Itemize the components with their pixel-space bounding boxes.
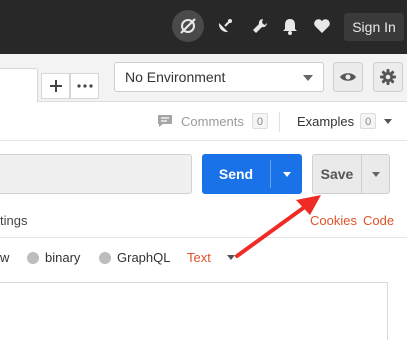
ellipsis-icon [76, 84, 93, 88]
comments-label: Comments [181, 113, 244, 129]
top-bar: Sign In [0, 0, 407, 54]
no-sync-icon[interactable] [172, 10, 204, 42]
request-options-row: tings Cookies Code [0, 204, 407, 238]
chevron-down-icon [282, 171, 291, 177]
heart-icon[interactable] [308, 12, 336, 40]
body-type-binary[interactable]: binary [27, 250, 80, 265]
body-type-selector: w binary GraphQL Text [0, 244, 407, 274]
more-tabs-button[interactable] [70, 73, 99, 99]
examples-count: 0 [360, 113, 377, 129]
chevron-down-icon [226, 255, 235, 260]
gear-icon [380, 69, 396, 85]
wrench-icon[interactable] [246, 12, 274, 40]
body-editor[interactable] [0, 282, 388, 340]
environment-label: No Environment [125, 69, 226, 85]
plus-icon [49, 80, 62, 92]
save-options-dropdown[interactable] [362, 155, 389, 193]
add-tab-button[interactable] [41, 73, 70, 99]
cookies-link[interactable]: Cookies [310, 213, 357, 228]
examples-label: Examples [297, 113, 355, 129]
body-type-fragment[interactable]: w [0, 250, 9, 265]
satellite-icon[interactable] [211, 12, 239, 40]
request-subheader: Comments 0 Examples 0 [0, 103, 407, 141]
body-type-label: binary [45, 250, 81, 265]
raw-format-label: Text [187, 250, 211, 265]
raw-format-dropdown[interactable]: Text [187, 250, 235, 265]
bell-icon[interactable] [276, 12, 304, 40]
environment-quick-look-button[interactable] [333, 62, 363, 92]
code-link[interactable]: Code [363, 213, 394, 228]
comments-toggle[interactable]: Comments 0 [157, 113, 268, 129]
sign-in-button[interactable]: Sign In [344, 13, 404, 41]
save-button[interactable]: Save [313, 155, 361, 193]
eye-icon [340, 73, 356, 81]
send-button-group: Send [202, 154, 302, 194]
radio-button[interactable] [99, 251, 111, 264]
chevron-down-icon [384, 118, 393, 124]
comments-count: 0 [251, 113, 268, 129]
divider [279, 112, 280, 132]
save-button-group: Save [312, 154, 390, 194]
body-type-label: GraphQL [117, 250, 171, 265]
request-tab[interactable] [0, 68, 38, 102]
environment-select[interactable]: No Environment [114, 62, 324, 92]
body-type-graphql[interactable]: GraphQL [99, 250, 170, 265]
settings-tab-fragment[interactable]: tings [0, 213, 27, 228]
chevron-down-icon [371, 171, 380, 177]
request-url-input[interactable] [0, 154, 192, 194]
radio-button[interactable] [27, 251, 39, 264]
send-options-dropdown[interactable] [271, 154, 302, 194]
send-button[interactable]: Send [202, 154, 270, 194]
comment-icon [158, 115, 172, 127]
examples-dropdown[interactable]: Examples 0 [297, 113, 393, 129]
environment-settings-button[interactable] [373, 62, 403, 92]
chevron-down-icon [303, 75, 313, 81]
